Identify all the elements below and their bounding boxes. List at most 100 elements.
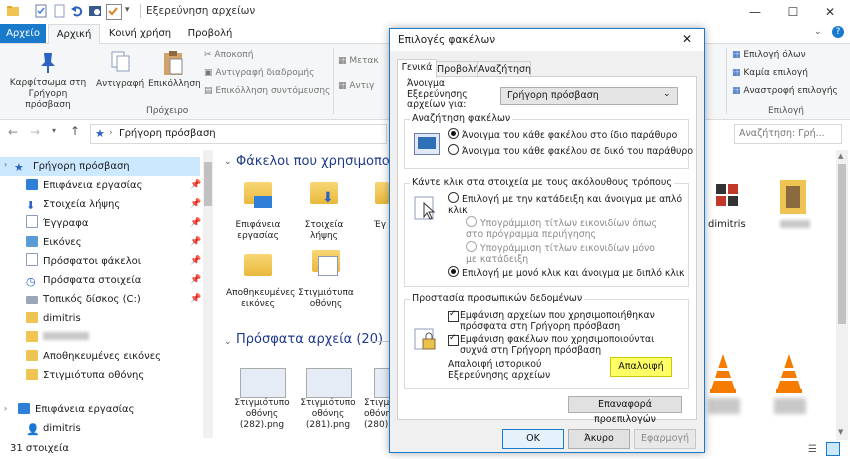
invert-selection-button[interactable]: ▦ Αναστροφή επιλογής — [732, 86, 838, 96]
dialog-tab-search[interactable]: Αναζήτηση — [477, 61, 531, 77]
content-scrollbar[interactable]: ▲ ▼ — [836, 150, 848, 440]
nav-item-downloads[interactable]: ⬇ Στοιχεία λήψης — [26, 195, 216, 214]
collapse-chevron-icon[interactable]: ⌄ — [224, 337, 232, 347]
recent-locations-icon[interactable]: ▾ — [52, 126, 56, 135]
show-recent-files-checkbox[interactable] — [448, 309, 459, 325]
breadcrumb-chevron-icon: › — [109, 128, 113, 138]
paste-button[interactable]: Επικόλληση — [148, 79, 201, 89]
single-click-radio[interactable]: Επιλογή με την κατάδειξη και άνοιγμα με … — [448, 192, 686, 216]
document-icon — [26, 215, 38, 228]
chevron-down-icon: ⌄ — [663, 89, 671, 99]
pin-icon: 📌 — [190, 199, 202, 209]
move-to-button[interactable]: ▦ Μετακ — [338, 56, 379, 66]
apply-button[interactable]: Εφαρμογή — [634, 429, 696, 449]
details-view-icon[interactable]: ☰ — [808, 444, 817, 455]
nav-item-saved-pictures[interactable]: Αποθηκευμένες εικόνες — [26, 347, 216, 366]
qat-dropdown-icon[interactable]: ▾ — [125, 5, 130, 15]
dialog-close-button[interactable]: ✕ — [682, 32, 692, 46]
restore-defaults-button[interactable]: Επαναφορά προεπιλογών — [568, 396, 682, 425]
underline-browser-radio[interactable]: Υπογράμμιση τίτλων εικονιδίων όπως στο π… — [466, 216, 662, 240]
minimize-button[interactable]: — — [740, 3, 770, 21]
nav-label: Στιγμιότυπα οθόνης — [43, 370, 145, 381]
vlc-cone-icon[interactable] — [774, 352, 804, 397]
tab-file[interactable]: Αρχείο — [0, 24, 46, 43]
undo-icon[interactable] — [70, 4, 84, 18]
maximize-button[interactable]: ☐ — [778, 3, 808, 21]
radio-label: Άνοιγμα του κάθε φακέλου στο ίδιο παράθυ… — [462, 130, 678, 141]
blurred-folder-tile[interactable] — [780, 180, 806, 214]
show-frequent-folders-checkbox[interactable] — [448, 333, 459, 349]
tab-home[interactable]: Αρχική — [48, 24, 100, 44]
nav-item-documents[interactable]: Έγγραφα — [26, 214, 216, 233]
tab-share[interactable]: Κοινή χρήση — [104, 24, 176, 43]
double-click-radio[interactable]: Επιλογή με μονό κλικ και άνοιγμα με διπλ… — [448, 266, 685, 279]
nav-item-recent-folders[interactable]: Πρόσφατοι φάκελοι — [26, 252, 216, 271]
help-icon[interactable]: ? — [832, 26, 844, 38]
folder-screenshots-tile[interactable] — [312, 250, 340, 276]
ribbon-collapse-icon[interactable]: ⌄ — [814, 27, 822, 37]
dialog-title-bar: Επιλογές φακέλων ✕ — [390, 29, 704, 51]
checkmark-doc-icon[interactable] — [106, 4, 122, 20]
paste-shortcut-button[interactable]: ▤ Επικόλληση συντόμευσης — [204, 86, 330, 96]
folder-downloads-tile[interactable]: ⬇ — [310, 182, 338, 206]
dialog-tab-view[interactable]: Προβολή — [436, 61, 480, 77]
copy-path-button[interactable]: ▣ Αντιγραφή διαδρομής — [204, 68, 314, 78]
scroll-up-icon[interactable]: ▲ — [838, 152, 843, 160]
clear-history-button[interactable]: Απαλοιφή — [610, 357, 672, 377]
dialog-tab-general[interactable]: Γενικά — [397, 59, 437, 78]
ok-button[interactable]: OK — [502, 429, 564, 449]
pin-quick-access-button[interactable]: Καρφίτσωμα στη Γρήγορη πρόσβαση — [6, 78, 90, 111]
folder-icon[interactable] — [375, 182, 389, 204]
nav-item-quick-access[interactable]: ★ Γρήγορη πρόσβαση — [14, 157, 204, 176]
nav-expand-chevron-icon[interactable]: › — [4, 404, 7, 413]
paste-shortcut-label: Επικόλληση συντόμευσης — [215, 86, 331, 96]
scroll-down-icon[interactable]: ▼ — [838, 428, 843, 436]
folder-desktop-tile[interactable] — [244, 182, 272, 208]
nav-item-desktop-root[interactable]: Επιφάνεια εργασίας — [18, 400, 208, 419]
nav-item-user[interactable]: 👤 dimitris — [26, 419, 216, 438]
browse-same-window-radio[interactable]: Άνοιγμα του κάθε φακέλου στο ίδιο παράθυ… — [448, 128, 677, 141]
folder-icon[interactable] — [244, 254, 272, 276]
search-input[interactable]: Αναζήτηση: Γρή... — [734, 124, 842, 144]
content-scrollbar-thumb[interactable] — [838, 164, 846, 324]
select-none-button[interactable]: ▦ Καμία επιλογή — [732, 68, 808, 78]
open-explorer-select[interactable]: Γρήγορη πρόσβαση ⌄ — [500, 87, 678, 105]
forward-arrow-icon[interactable]: → — [30, 125, 40, 139]
underline-point-radio[interactable]: Υπογράμμιση τίτλων εικονιδίων μόνο με κα… — [466, 241, 666, 265]
back-arrow-icon[interactable]: ← — [8, 125, 18, 139]
screenshot-thumbnail[interactable] — [306, 368, 352, 398]
pin-icon: 📌 — [190, 275, 202, 285]
up-arrow-icon[interactable]: ↑ — [70, 124, 80, 138]
screenshot-thumbnail[interactable] — [240, 368, 286, 398]
cut-button[interactable]: ✂ Αποκοπή — [204, 50, 253, 60]
show-recent-files-label: Εμφάνιση αρχείων που χρησιμοποιήθηκαν πρ… — [460, 310, 655, 332]
tab-view[interactable]: Προβολή — [180, 24, 240, 43]
nav-scrollbar[interactable] — [203, 150, 213, 438]
properties-icon[interactable] — [34, 4, 48, 18]
paste-icon — [162, 50, 184, 79]
nav-item-dimitris[interactable]: dimitris — [26, 309, 216, 328]
nav-item-local-disk[interactable]: Τοπικός δίσκος (C:) — [26, 290, 216, 309]
nav-item-screenshots[interactable]: Στιγμιότυπα οθόνης — [26, 366, 216, 385]
nav-expand-chevron-icon[interactable]: › — [4, 160, 7, 169]
cancel-button[interactable]: Άκυρο — [568, 429, 630, 449]
browse-new-window-radio[interactable]: Άνοιγμα του κάθε φακέλου σε δικό του παρ… — [448, 144, 693, 157]
thumbnail-square — [716, 184, 726, 194]
dimitris-folder-tile[interactable] — [714, 182, 740, 208]
address-bar[interactable]: ★ › Γρήγορη πρόσβαση — [90, 124, 387, 144]
vlc-cone-icon[interactable] — [708, 352, 738, 397]
large-icons-view-icon[interactable] — [826, 442, 840, 456]
copy-to-button[interactable]: ▦ Αντιγ — [338, 81, 374, 91]
screenshot-thumbnail[interactable] — [374, 368, 390, 398]
collapse-chevron-icon[interactable]: ⌄ — [224, 157, 232, 167]
nav-item-pictures[interactable]: Εικόνες — [26, 233, 216, 252]
folder-search-icon[interactable] — [88, 4, 102, 18]
nav-scrollbar-thumb[interactable] — [204, 162, 212, 206]
copy-button[interactable]: Αντιγραφή — [96, 79, 144, 89]
nav-item-blurred[interactable] — [26, 328, 216, 347]
new-document-icon[interactable] — [52, 4, 66, 18]
select-all-button[interactable]: ▦ Επιλογή όλων — [732, 50, 806, 60]
nav-item-desktop[interactable]: Επιφάνεια εργασίας — [26, 176, 216, 195]
nav-item-recent-items[interactable]: ◷ Πρόσφατα στοιχεία — [26, 271, 216, 290]
close-button[interactable]: ✕ — [815, 3, 845, 21]
